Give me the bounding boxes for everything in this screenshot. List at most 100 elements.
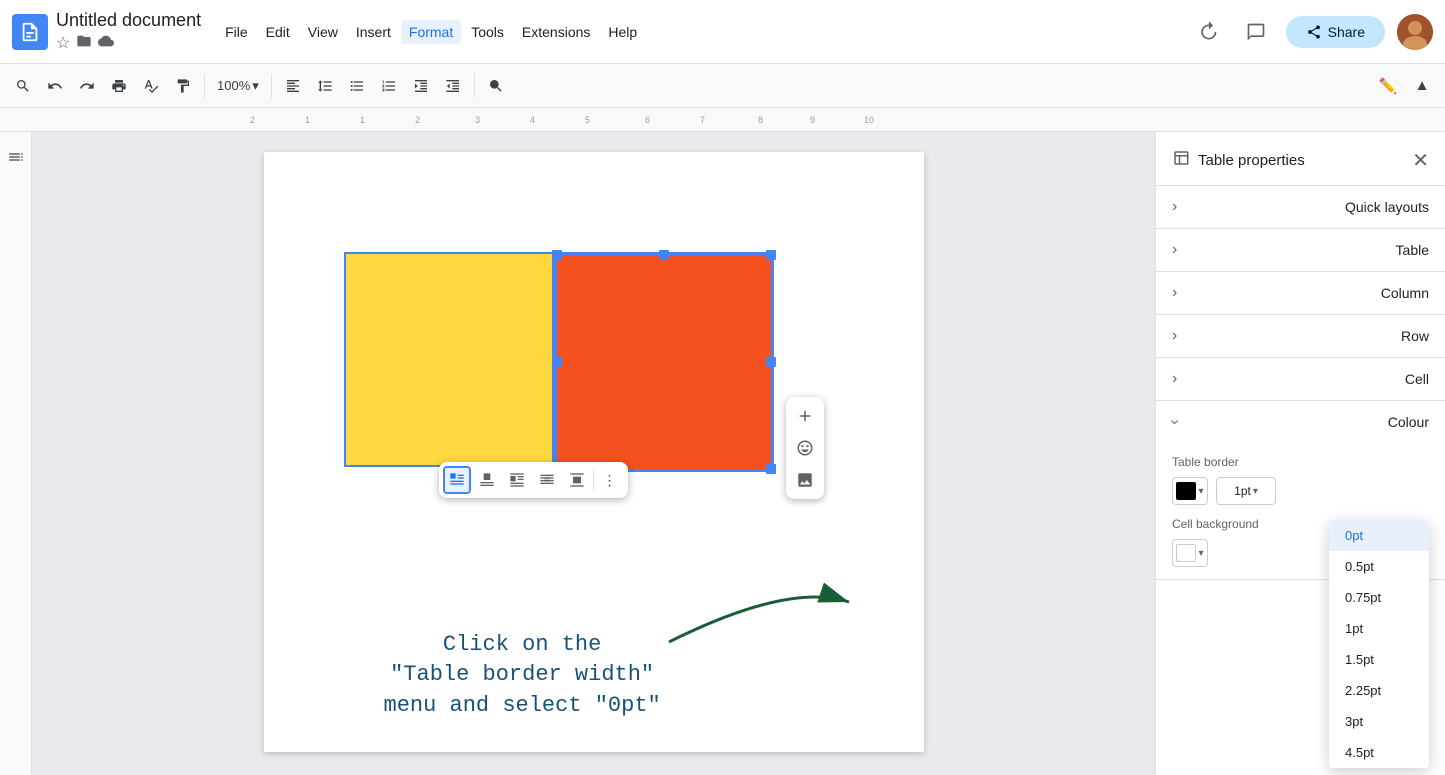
indent-btn[interactable] [406, 71, 436, 101]
panel-title-text: Table properties [1198, 152, 1305, 169]
border-width-selector[interactable]: 1pt ▾ [1216, 477, 1276, 505]
wrap-inline-btn[interactable] [443, 466, 471, 494]
wrap-wrap-btn[interactable] [503, 466, 531, 494]
format-paint-btn[interactable] [168, 71, 198, 101]
left-gutter [0, 132, 32, 775]
user-avatar[interactable] [1397, 14, 1433, 50]
section-quick-layouts-header[interactable]: › Quick layouts [1156, 186, 1445, 228]
section-column: › Column [1156, 272, 1445, 315]
float-toolbar: ⋮ [439, 462, 628, 498]
share-button[interactable]: Share [1286, 16, 1385, 48]
handle-tr[interactable] [766, 250, 776, 260]
ft-sep [593, 470, 594, 490]
zoom-dropdown[interactable]: 100% ▾ [211, 72, 265, 100]
toolbar-sep-3 [474, 74, 475, 98]
ruler-num-7: 5 [585, 115, 590, 125]
doc-table[interactable] [344, 252, 774, 472]
comments-icon[interactable] [1238, 14, 1274, 50]
border-color-dropdown-arrow: ▾ [1198, 486, 1203, 497]
print-btn[interactable] [104, 71, 134, 101]
toolbar-sep-1 [204, 74, 205, 98]
section-table-header[interactable]: › Table [1156, 229, 1445, 271]
highlight-btn[interactable] [481, 71, 511, 101]
bg-color-swatch[interactable]: ▾ [1172, 539, 1208, 567]
section-row: › Row [1156, 315, 1445, 358]
menu-tools[interactable]: Tools [463, 20, 512, 44]
wrap-break-btn[interactable] [473, 466, 501, 494]
menu-file[interactable]: File [217, 20, 256, 44]
table-cell-yellow[interactable] [344, 252, 554, 467]
menu-insert[interactable]: Insert [348, 20, 399, 44]
ruler-content: 2 1 1 2 3 4 5 6 7 8 9 10 [230, 108, 890, 132]
menu-help[interactable]: Help [600, 20, 645, 44]
menu-edit[interactable]: Edit [258, 20, 298, 44]
bw-option-15pt[interactable]: 1.5pt [1329, 644, 1429, 675]
border-color-swatch[interactable]: ▾ [1172, 477, 1208, 505]
pen-btn[interactable]: ✏️ [1373, 71, 1403, 101]
list-btn[interactable] [342, 71, 372, 101]
spellcheck-btn[interactable] [136, 71, 166, 101]
section-colour-header[interactable]: › Colour [1156, 401, 1445, 443]
collapse-toolbar-btn[interactable]: ▲ [1407, 71, 1437, 101]
panel-header: Table properties ✕ [1156, 132, 1445, 186]
toolbar-right: ✏️ ▲ [1373, 71, 1437, 101]
top-bar: Untitled document ☆ File Edit View Inser… [0, 0, 1445, 64]
line-spacing-btn[interactable] [310, 71, 340, 101]
section-row-header[interactable]: › Row [1156, 315, 1445, 357]
undo-btn[interactable] [40, 71, 70, 101]
handle-mr[interactable] [766, 357, 776, 367]
chevron-row: › [1172, 327, 1177, 345]
handle-ml[interactable] [552, 357, 562, 367]
zoom-dropdown-icon: ▾ [252, 78, 259, 94]
doc-title-area: Untitled document ☆ [56, 10, 201, 54]
border-color-inner [1176, 482, 1196, 500]
table-cell-orange[interactable] [554, 252, 774, 472]
wrap-front-btn[interactable] [563, 466, 591, 494]
star-icon[interactable]: ☆ [56, 33, 70, 53]
menu-view[interactable]: View [300, 20, 346, 44]
close-panel-btn[interactable]: ✕ [1412, 148, 1429, 173]
outdent-btn[interactable] [438, 71, 468, 101]
emoji-btn[interactable] [790, 433, 820, 463]
border-width-dropdown[interactable]: 0pt 0.5pt 0.75pt 1pt 1.5pt 2.25pt 3pt 4.… [1329, 520, 1429, 768]
wrap-behind-btn[interactable] [533, 466, 561, 494]
image-btn[interactable] [790, 465, 820, 495]
chevron-quick-layouts: › [1172, 198, 1177, 216]
bw-option-45pt[interactable]: 4.5pt [1329, 737, 1429, 768]
bw-option-3pt[interactable]: 3pt [1329, 706, 1429, 737]
handle-br[interactable] [766, 464, 776, 474]
bw-option-075pt[interactable]: 0.75pt [1329, 582, 1429, 613]
handle-top[interactable] [659, 250, 669, 260]
bw-option-1pt[interactable]: 1pt [1329, 613, 1429, 644]
ruler: 2 1 1 2 3 4 5 6 7 8 9 10 [0, 108, 1445, 132]
menu-format[interactable]: Format [401, 20, 461, 44]
doc-title[interactable]: Untitled document [56, 10, 201, 31]
ruler-num-6: 4 [530, 115, 535, 125]
bw-option-225pt[interactable]: 2.25pt [1329, 675, 1429, 706]
redo-btn[interactable] [72, 71, 102, 101]
table-icon [1172, 149, 1190, 172]
outline-icon[interactable] [7, 148, 25, 171]
ruler-num-1: 2 [250, 115, 255, 125]
add-btn[interactable] [790, 401, 820, 431]
bw-option-05pt[interactable]: 0.5pt [1329, 551, 1429, 582]
more-options-btn[interactable]: ⋮ [596, 466, 624, 494]
annotation-text: Click on the "Table border width" menu a… [384, 630, 661, 722]
document-page: ⋮ Click on the "Table border width" menu… [264, 152, 924, 752]
annotation-line3: menu and select "0pt" [384, 691, 661, 722]
section-row-title: Row [1401, 328, 1429, 344]
handle-tl[interactable] [552, 250, 562, 260]
ordered-list-btn[interactable] [374, 71, 404, 101]
text-align-btn[interactable] [278, 71, 308, 101]
ruler-num-12: 10 [864, 115, 874, 125]
search-toolbar-btn[interactable] [8, 71, 38, 101]
cloud-icon[interactable] [98, 33, 114, 54]
app-icon [12, 14, 48, 50]
folder-icon[interactable] [76, 33, 92, 54]
bw-option-0pt[interactable]: 0pt [1329, 520, 1429, 551]
annotation-arrow [649, 562, 869, 662]
menu-extensions[interactable]: Extensions [514, 20, 598, 44]
history-icon[interactable] [1190, 14, 1226, 50]
section-column-header[interactable]: › Column [1156, 272, 1445, 314]
section-cell-header[interactable]: › Cell [1156, 358, 1445, 400]
